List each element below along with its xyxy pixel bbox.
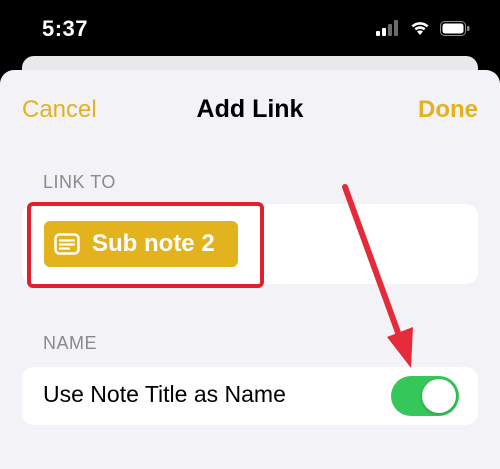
wifi-icon	[411, 22, 429, 35]
name-header: NAME	[43, 333, 98, 353]
link-to-header: LINK TO	[43, 172, 116, 192]
use-note-title-label: Use Note Title as Name	[43, 381, 286, 407]
toggle-knob	[422, 379, 456, 413]
annotation-highlight-box	[27, 202, 264, 288]
status-time: 5:37	[42, 16, 89, 41]
done-button[interactable]: Done	[418, 96, 478, 124]
status-icons	[376, 20, 470, 36]
battery-icon	[440, 20, 470, 36]
use-note-title-toggle[interactable]	[391, 376, 459, 416]
signal-icon	[376, 20, 398, 36]
status-bar: 5:37	[0, 0, 500, 62]
